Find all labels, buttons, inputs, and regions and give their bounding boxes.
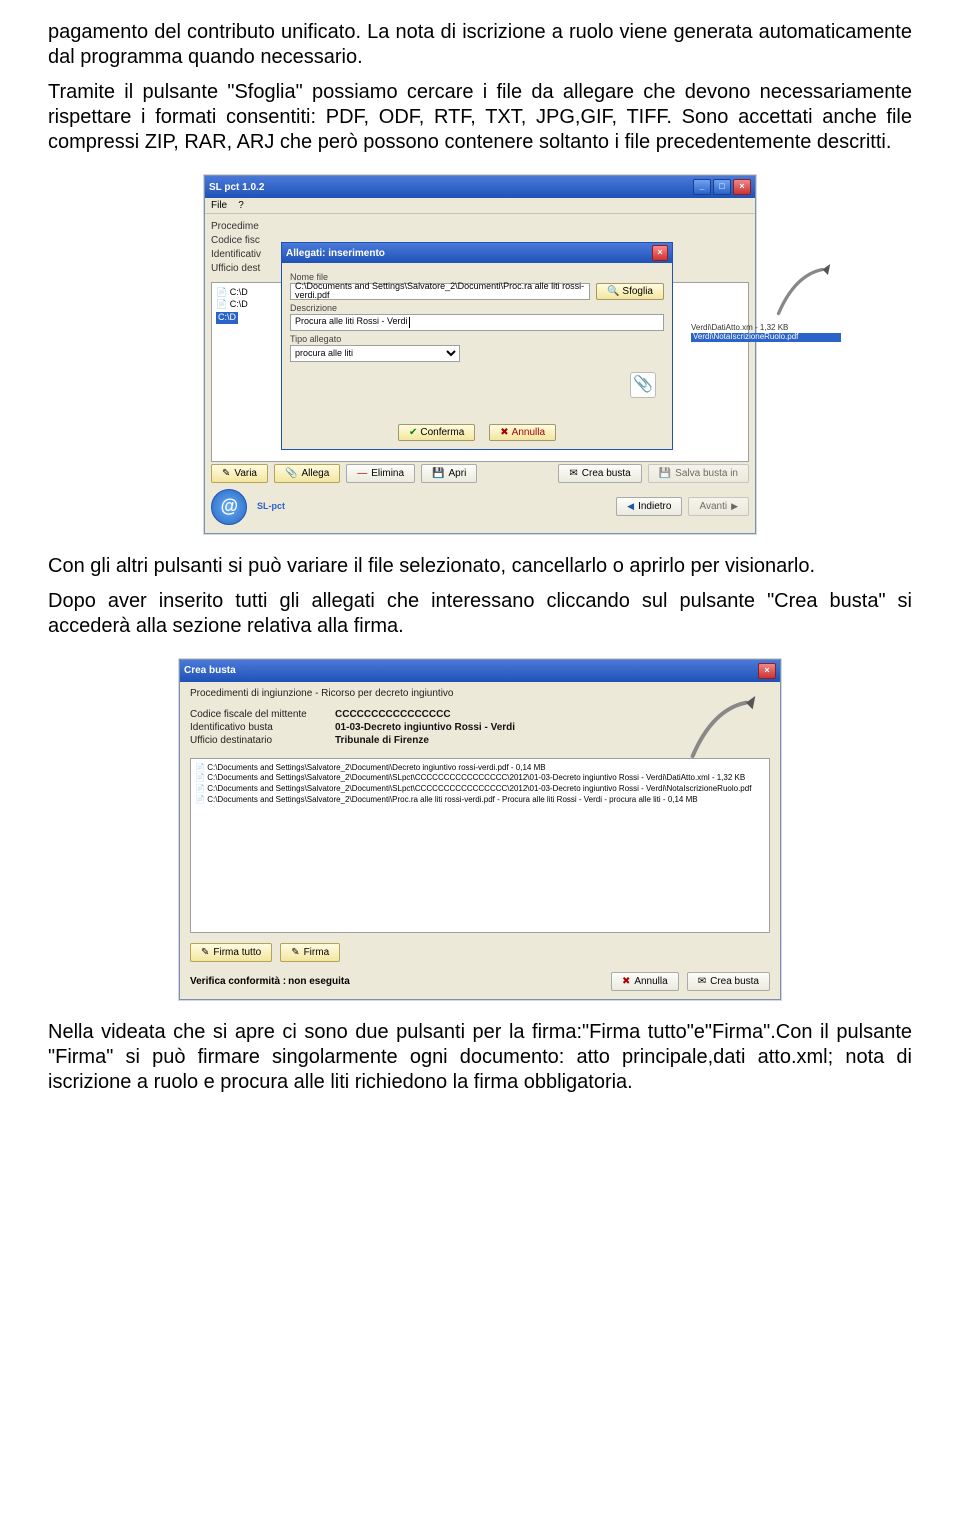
label-tipo-allegato: Tipo allegato <box>290 335 664 345</box>
conferma-button[interactable]: ✔Conferma <box>398 424 475 441</box>
pencil-icon: ✎ <box>222 468 230 479</box>
window-titlebar: Crea busta × <box>180 660 780 682</box>
paragraph: Tramite il pulsante "Sfoglia" possiamo c… <box>48 80 912 155</box>
avanti-button: Avanti▶ <box>688 497 749 516</box>
minus-icon: — <box>357 468 367 479</box>
crea-busta-button[interactable]: ✉Crea busta <box>558 464 641 483</box>
pencil-icon: ✎ <box>291 947 299 958</box>
close-icon[interactable]: × <box>652 245 668 261</box>
list-item[interactable]: C:\Documents and Settings\Salvatore_2\Do… <box>195 773 765 784</box>
paperclip-icon[interactable]: 📎 <box>630 372 656 398</box>
window-title: SL pct 1.0.2 <box>209 182 264 193</box>
indietro-button[interactable]: ◀Indietro <box>616 497 682 516</box>
menu-file[interactable]: File <box>211 200 227 211</box>
close-icon[interactable]: × <box>733 179 751 195</box>
meta-key: Ufficio destinatario <box>190 735 335 746</box>
paragraph: Dopo aver inserito tutti gli allegati ch… <box>48 589 912 639</box>
allega-button[interactable]: 📎Allega <box>274 464 340 483</box>
meta-value: Tribunale di Firenze <box>335 735 429 746</box>
minimize-icon[interactable]: _ <box>693 179 711 195</box>
verify-status: non eseguita <box>288 976 350 987</box>
sign-toolbar: ✎Firma tutto ✎Firma <box>180 939 780 966</box>
list-item[interactable]: C:\Documents and Settings\Salvatore_2\Do… <box>195 763 765 774</box>
search-icon: 🔍 <box>607 286 619 297</box>
input-descrizione[interactable]: Procura alle liti Rossi - Verdi <box>290 314 664 331</box>
varia-button[interactable]: ✎Varia <box>211 464 268 483</box>
envelope-icon: ✉ <box>698 976 706 987</box>
paragraph: Nella videata che si apre ci sono due pu… <box>48 1020 912 1095</box>
save-icon: 💾 <box>432 468 444 479</box>
dialog-allegati-inserimento: Allegati: inserimento × Nome file C:\Doc… <box>281 242 673 450</box>
meta-value: CCCCCCCCCCCCCCCC <box>335 709 451 720</box>
brand-label: SL-pct <box>257 502 285 512</box>
paragraph: Con gli altri pulsanti si può variare il… <box>48 554 912 579</box>
paragraph: pagamento del contributo unificato. La n… <box>48 20 912 70</box>
list-item[interactable]: C:\Documents and Settings\Salvatore_2\Do… <box>195 795 765 806</box>
arrow-right-icon: ▶ <box>731 502 738 512</box>
cancel-icon: ✖ <box>500 427 508 438</box>
screenshot-crea-busta: Crea busta × Procedimenti di ingiunzione… <box>179 659 781 1000</box>
screenshot-allegati: SL pct 1.0.2 _ □ × File ? Procedime Codi… <box>204 175 756 534</box>
pencil-icon: ✎ <box>201 947 209 958</box>
window-title: Crea busta <box>184 665 236 676</box>
sfoglia-button[interactable]: 🔍Sfoglia <box>596 283 664 300</box>
apri-button[interactable]: 💾Apri <box>421 464 477 483</box>
crea-busta-button[interactable]: ✉Crea busta <box>687 972 770 991</box>
maximize-icon[interactable]: □ <box>713 179 731 195</box>
envelope-icon: ✉ <box>569 468 577 479</box>
input-nome-file[interactable]: C:\Documents and Settings\Salvatore_2\Do… <box>290 283 590 300</box>
cancel-icon: ✖ <box>622 976 630 987</box>
paperclip-icon: 📎 <box>285 468 297 479</box>
meta-key: Identificativo busta <box>190 722 335 733</box>
file-label-selected: Verdi\NotaIscrizioneRuolo.pdf <box>691 333 841 342</box>
save-icon: 💾 <box>659 468 671 479</box>
dialog-titlebar: Allegati: inserimento × <box>282 243 672 263</box>
pen-icon <box>686 696 766 756</box>
pen-icon <box>771 264 841 319</box>
menubar: File ? <box>205 198 755 214</box>
firma-button[interactable]: ✎Firma <box>280 943 340 962</box>
meta-key: Codice fiscale del mittente <box>190 709 335 720</box>
annulla-button[interactable]: ✖Annulla <box>489 424 556 441</box>
check-icon: ✔ <box>409 427 417 438</box>
dialog-title: Allegati: inserimento <box>286 248 385 259</box>
firma-tutto-button[interactable]: ✎Firma tutto <box>190 943 272 962</box>
arrow-left-icon: ◀ <box>627 502 634 512</box>
window-titlebar: SL pct 1.0.2 _ □ × <box>205 176 755 198</box>
annulla-button[interactable]: ✖Annulla <box>611 972 679 991</box>
list-item[interactable]: C:\Documents and Settings\Salvatore_2\Do… <box>195 784 765 795</box>
label: Procedime <box>211 221 749 232</box>
elimina-button[interactable]: —Elimina <box>346 464 415 483</box>
bottom-toolbar: ✎Varia 📎Allega —Elimina 💾Apri ✉Crea bust… <box>211 464 749 483</box>
verify-label: Verifica conformità : <box>190 976 286 987</box>
menu-help[interactable]: ? <box>238 200 244 211</box>
meta-value: 01-03-Decreto ingiuntivo Rossi - Verdi <box>335 722 515 733</box>
file-list[interactable]: C:\Documents and Settings\Salvatore_2\Do… <box>190 758 770 933</box>
close-icon[interactable]: × <box>758 663 776 679</box>
select-tipo-allegato[interactable]: procura alle liti <box>290 345 460 362</box>
verify-row: Verifica conformità : non eseguita ✖Annu… <box>180 966 780 993</box>
at-logo-icon: @ <box>211 489 247 525</box>
side-file-list: Verdi\DatiAtto.xm - 1,32 KB Verdi\NotaIs… <box>691 324 841 342</box>
label-descrizione: Descrizione <box>290 304 664 314</box>
salva-busta-button: 💾Salva busta in <box>648 464 749 483</box>
